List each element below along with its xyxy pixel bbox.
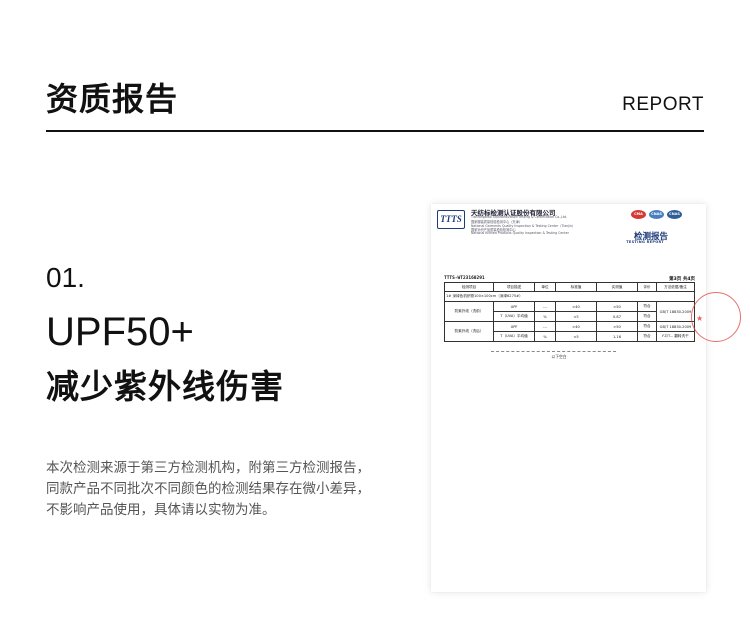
table-header: 单位 [534,282,556,292]
testing-report-image: TTTS 天纺标检测认证股份有限公司 Tianfangbiao Standard… [431,204,741,592]
header-divider [46,130,704,132]
table-row: 防紫外线（洗后） UPF --- >40 >50 符合 GB/T 18830-2… [444,321,695,342]
table-header-row: 检测项目 项目描述 单位 标准值 实测值 评价 方法依据/备注 [444,282,695,292]
table-header: 标准值 [555,282,597,292]
end-divider [491,351,616,352]
table-cell: FZ/T... 翻转洗干 [656,331,695,342]
description-line: 同款产品不同批次不同颜色的检测结果存在微小差异， [46,481,370,497]
table-cell: T（UVA）平均值 [493,331,535,342]
section-headline: UPF50+ [46,310,194,354]
description-line: 本次检测来源于第三方检测机构，附第三方检测报告， [46,460,370,476]
table-cell: 防紫外线（洗前） [444,301,494,322]
section-number: 01. [46,262,85,293]
page-title: 资质报告 [46,80,179,118]
page-title-en: REPORT [622,94,704,115]
table-cell: 0.87 [596,311,638,322]
table-header: 项目描述 [493,282,535,292]
table-cell: >50 [596,321,638,332]
table-header: 实测值 [596,282,638,292]
cma-mark-icon: CMA [631,210,646,219]
report-title-en: TESTING REPORT [626,240,664,244]
table-cell: <5 [555,311,597,322]
table-cell: >50 [596,301,638,312]
table-header: 评价 [637,282,657,292]
seal-star-icon: ★ [696,314,704,323]
table-cell: % [534,311,556,322]
cnas-mark-icon: CNAS [667,210,682,219]
table-cell: % [534,331,556,342]
table-cell: T（UVA）平均值 [493,311,535,322]
table-row: 1# 深绿色机织物100×100cm（深绿6275#） [444,291,695,302]
table-cell: 符合 [637,311,657,322]
table-cell: <5 [555,331,597,342]
table-header: 方法依据/备注 [656,282,695,292]
report-number: TTTS-WT23160291 [444,276,485,281]
results-table: 检测项目 项目描述 单位 标准值 实测值 评价 方法依据/备注 1# 深绿色机织… [444,282,695,342]
table-cell: 1.16 [596,331,638,342]
table-cell: 符合 [637,301,657,312]
table-cell: UPF [493,301,535,312]
table-cell: 防紫外线（洗后） [444,321,494,342]
table-cell: >40 [555,301,597,312]
sample-color-cell: 1# 深绿色机织物100×100cm（深绿6275#） [444,291,695,302]
table-row: 防紫外线（洗前） UPF --- >40 >50 符合 GB/T 18830-2… [444,301,695,322]
org-line: National Knitted Products Quality Inspec… [471,231,569,235]
certification-marks: CMA CNAS CNAS [631,210,682,219]
table-cell: --- [534,301,556,312]
table-cell: GB/T 18830-2009 [656,301,695,322]
table-cell: 符合 [637,321,657,332]
cnas-mark-icon: CNAS [649,210,664,219]
table-cell: >40 [555,321,597,332]
table-cell: UPF [493,321,535,332]
table-header: 检测项目 [444,282,494,292]
table-cell: --- [534,321,556,332]
table-cell: 符合 [637,331,657,342]
table-cell: GB/T 18830-2009 [656,321,695,332]
section-subheadline: 减少紫外线伤害 [46,367,284,406]
section-description: 本次检测来源于第三方检测机构，附第三方检测报告， 同款产品不同批次不同颜色的检测… [46,458,396,521]
end-note: 以下空白 [551,354,567,359]
description-line: 不影响产品使用，具体请以实物为准。 [46,502,276,518]
org-logo: TTTS [437,210,465,229]
